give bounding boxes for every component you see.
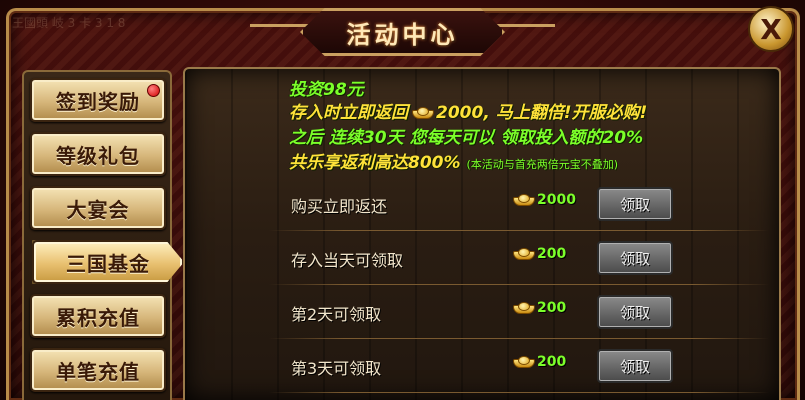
claim-button[interactable]: 领取 (597, 295, 673, 329)
promo-daily-line: 之后 连续30天 您每天可以 领取投入额的20% (289, 128, 644, 148)
sidebar-item-label: 单笔充值 (56, 359, 140, 384)
sidebar-item-label: 签到奖励 (56, 89, 140, 114)
reward-amount-value: 200 (537, 300, 567, 316)
reward-label: 第3天可领取 (291, 359, 382, 378)
gold-ingot-icon (513, 302, 535, 314)
notification-dot-icon (147, 84, 160, 97)
claim-button-label: 领取 (619, 357, 650, 376)
gold-ingot-icon (513, 248, 535, 260)
fund-content-panel: 投资98元 存入时立即返回 2000, 马上翻倍!开服必购! 之后 连续30天 您… (183, 67, 781, 400)
reward-row: 第3天可领取 200 领取 (269, 341, 779, 393)
close-button[interactable]: X (748, 6, 794, 52)
reward-amount-value: 200 (537, 354, 567, 370)
claim-button-label: 领取 (619, 249, 650, 268)
sidebar-item-label: 大宴会 (66, 197, 130, 222)
sidebar-item-level-gift[interactable]: 等级礼包 (30, 132, 166, 176)
title-ornament-right (495, 24, 555, 27)
sidebar-item-label: 累积充值 (56, 305, 140, 330)
promo-double-text: 2000, 马上翻倍!开服必购! (436, 103, 648, 123)
promo-total-text: 共乐享返利高达800% (289, 153, 461, 173)
reward-label: 购买立即返还 (291, 197, 388, 216)
claim-button-label: 领取 (619, 195, 650, 214)
reward-amount: 2000 (509, 192, 576, 208)
claim-button-label: 领取 (619, 303, 650, 322)
promo-total-line: 共乐享返利高达800% (本活动与首充两倍元宝不叠加) (289, 148, 618, 173)
sidebar-item-label: 三国基金 (66, 251, 150, 276)
promo-return-line: 存入时立即返回 2000, 马上翻倍!开服必购! (289, 98, 647, 123)
sidebar-item-cumulative-recharge[interactable]: 累积充值 (30, 294, 166, 338)
sidebar-item-sign-in-reward[interactable]: 签到奖励 (30, 78, 166, 122)
close-icon: X (760, 12, 782, 46)
promo-return-text: 存入时立即返回 (289, 103, 408, 123)
promo-invest-line: 投资98元 (289, 80, 364, 100)
title-plaque: 活动中心 (300, 8, 505, 56)
background-watermark-text: 王國頭 岐 3 卡 3 1 8 (12, 16, 126, 30)
reward-amount: 200 (509, 246, 566, 262)
reward-amount-value: 200 (537, 246, 567, 262)
gold-ingot-icon (513, 356, 535, 368)
reward-row: 存入当天可领取 200 领取 (269, 233, 779, 285)
sidebar-item-banquet[interactable]: 大宴会 (30, 186, 166, 230)
title-ornament-left (250, 24, 310, 27)
reward-label: 存入当天可领取 (291, 251, 404, 270)
sidebar: 签到奖励 等级礼包 大宴会 三国基金 累积充值 单笔充值 (22, 70, 184, 400)
reward-amount: 200 (509, 354, 566, 370)
reward-amount-value: 2000 (537, 192, 576, 208)
gold-ingot-icon (412, 107, 434, 119)
claim-button[interactable]: 领取 (597, 241, 673, 275)
sidebar-item-label: 等级礼包 (56, 143, 140, 168)
promo-note: (本活动与首充两倍元宝不叠加) (466, 158, 619, 171)
reward-row: 第2天可领取 200 领取 (269, 287, 779, 339)
reward-row: 购买立即返还 2000 领取 (269, 179, 779, 231)
gold-ingot-icon (513, 194, 535, 206)
reward-amount: 200 (509, 300, 566, 316)
sidebar-item-single-recharge[interactable]: 单笔充值 (30, 348, 166, 392)
claim-button[interactable]: 领取 (597, 187, 673, 221)
page-title: 活动中心 (346, 20, 459, 49)
sidebar-item-three-kingdoms-fund[interactable]: 三国基金 (32, 240, 184, 284)
reward-label: 第2天可领取 (291, 305, 382, 324)
claim-button[interactable]: 领取 (597, 349, 673, 383)
